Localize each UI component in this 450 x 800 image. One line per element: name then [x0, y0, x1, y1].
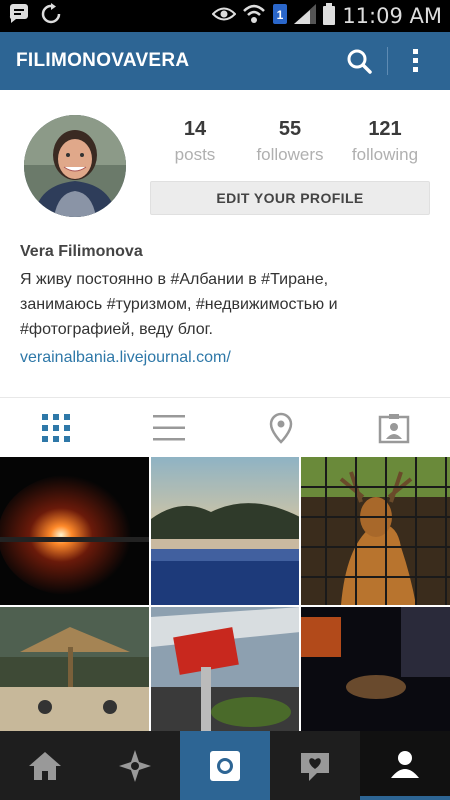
clock: 11:09 AM — [342, 4, 442, 28]
bio-line: Я живу постоянно в #Албании в #Тиране, — [20, 271, 329, 288]
photo-thumbnail[interactable] — [0, 457, 149, 605]
explore-icon — [119, 749, 151, 782]
photo-grid — [0, 457, 450, 731]
app-bar: FILIMONOVAVERA — [0, 32, 450, 90]
divider — [387, 47, 388, 75]
posts-count: 14 — [183, 118, 207, 140]
battery-icon — [322, 2, 336, 30]
photo-thumbnail[interactable] — [301, 607, 450, 731]
bio-line: занимаюсь #туризмом, #недвижимостью и — [20, 296, 338, 313]
bottom-nav — [0, 731, 450, 800]
sync-icon — [40, 2, 62, 30]
followers-label: followers — [256, 145, 324, 164]
nav-home[interactable] — [0, 731, 90, 800]
photo-thumbnail[interactable] — [150, 607, 300, 731]
bio-line: #фотографией, веду блог. — [20, 321, 213, 338]
more-vert-icon — [413, 49, 418, 72]
eye-icon — [211, 6, 237, 27]
overflow-menu-button[interactable] — [396, 32, 436, 90]
tagged-photos-icon — [378, 413, 409, 443]
location-pin-icon — [269, 412, 293, 444]
chat-notification-icon — [8, 3, 30, 30]
full-name: Vera Filimonova — [20, 243, 143, 260]
tab-grid[interactable] — [0, 398, 113, 457]
tab-tagged[interactable] — [338, 398, 450, 457]
followers-stat[interactable]: 55 followers — [245, 118, 335, 165]
signal-icon — [294, 3, 317, 29]
sim-icon: 1 — [272, 3, 288, 30]
wifi-icon — [242, 3, 266, 30]
posts-stat[interactable]: 14 posts — [150, 118, 240, 165]
photo-thumbnail[interactable] — [301, 457, 450, 605]
list-icon — [152, 414, 185, 440]
following-count: 121 — [368, 118, 402, 140]
tab-map[interactable] — [225, 398, 338, 457]
edit-profile-button[interactable]: EDIT YOUR PROFILE — [150, 181, 430, 215]
username-title: FILIMONOVAVERA — [16, 50, 190, 71]
home-icon — [29, 751, 61, 780]
status-bar: 1 11:09 AM — [0, 0, 450, 32]
nav-camera[interactable] — [180, 731, 270, 800]
followers-count: 55 — [278, 118, 302, 140]
profile-view-tabs — [0, 397, 450, 457]
posts-label: posts — [174, 145, 216, 164]
photo-thumbnail[interactable] — [0, 607, 149, 731]
nav-explore[interactable] — [90, 731, 180, 800]
tab-list[interactable] — [113, 398, 226, 457]
search-icon — [347, 49, 372, 74]
grid-icon — [42, 413, 71, 442]
avatar[interactable] — [24, 115, 126, 217]
activity-icon — [301, 752, 329, 781]
profile-stats: 14 posts 55 followers 121 following — [150, 118, 430, 165]
bio-section: Vera Filimonova Я живу постоянно в #Алба… — [0, 243, 450, 367]
bio-text: Я живу постоянно в #Албании в #Тиране, з… — [20, 267, 430, 342]
svg-text:1: 1 — [277, 8, 284, 22]
camera-icon — [210, 750, 240, 781]
nav-profile[interactable] — [360, 731, 450, 800]
photo-thumbnail[interactable] — [150, 457, 300, 605]
website-link[interactable]: verainalbania.livejournal.com/ — [20, 349, 430, 367]
following-stat[interactable]: 121 following — [340, 118, 430, 165]
nav-activity[interactable] — [270, 731, 360, 800]
profile-header: 14 posts 55 followers 121 following EDIT… — [0, 90, 450, 238]
profile-icon — [391, 750, 419, 778]
search-button[interactable] — [339, 32, 379, 90]
following-label: following — [351, 145, 419, 164]
